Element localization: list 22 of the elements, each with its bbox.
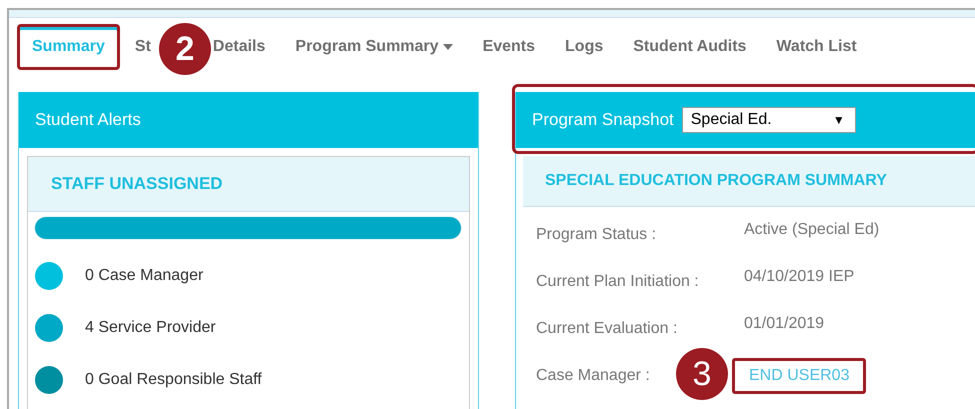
callout-badge: 2 <box>158 23 211 75</box>
section-title: SPECIAL EDUCATION PROGRAM SUMMARY <box>523 156 975 207</box>
field-label: Program Status : <box>536 226 656 244</box>
nav-tab[interactable]: Events <box>468 24 550 70</box>
callout-badge: 3 <box>676 348 728 400</box>
alert-label: 0 Case Manager <box>85 267 204 285</box>
field-value: Active (Special Ed) <box>744 220 880 239</box>
field-label: Current Evaluation : <box>536 320 678 338</box>
panel-title: Program Snapshot <box>532 110 674 130</box>
field-value: 04/10/2019 IEP <box>744 267 856 286</box>
alert-label: 4 Service Provider <box>85 319 216 337</box>
field-value: 01/01/2019 <box>744 314 826 333</box>
nav-tab[interactable]: Student Audits <box>618 24 762 70</box>
nav-tab[interactable]: Logs <box>550 24 618 70</box>
alert-label: 0 Goal Responsible Staff <box>85 371 262 389</box>
nav-tab[interactable]: Program Summary <box>280 24 468 70</box>
card-title: STAFF UNASSIGNED <box>28 157 469 212</box>
field-label: Case Manager : <box>536 366 650 384</box>
nav-tab[interactable]: Watch List <box>761 24 872 70</box>
program-select[interactable]: Special Ed. ▼ <box>682 107 856 133</box>
field-label: Current Plan Initiation : <box>536 272 699 290</box>
panel-title: Student Alerts <box>35 110 141 130</box>
